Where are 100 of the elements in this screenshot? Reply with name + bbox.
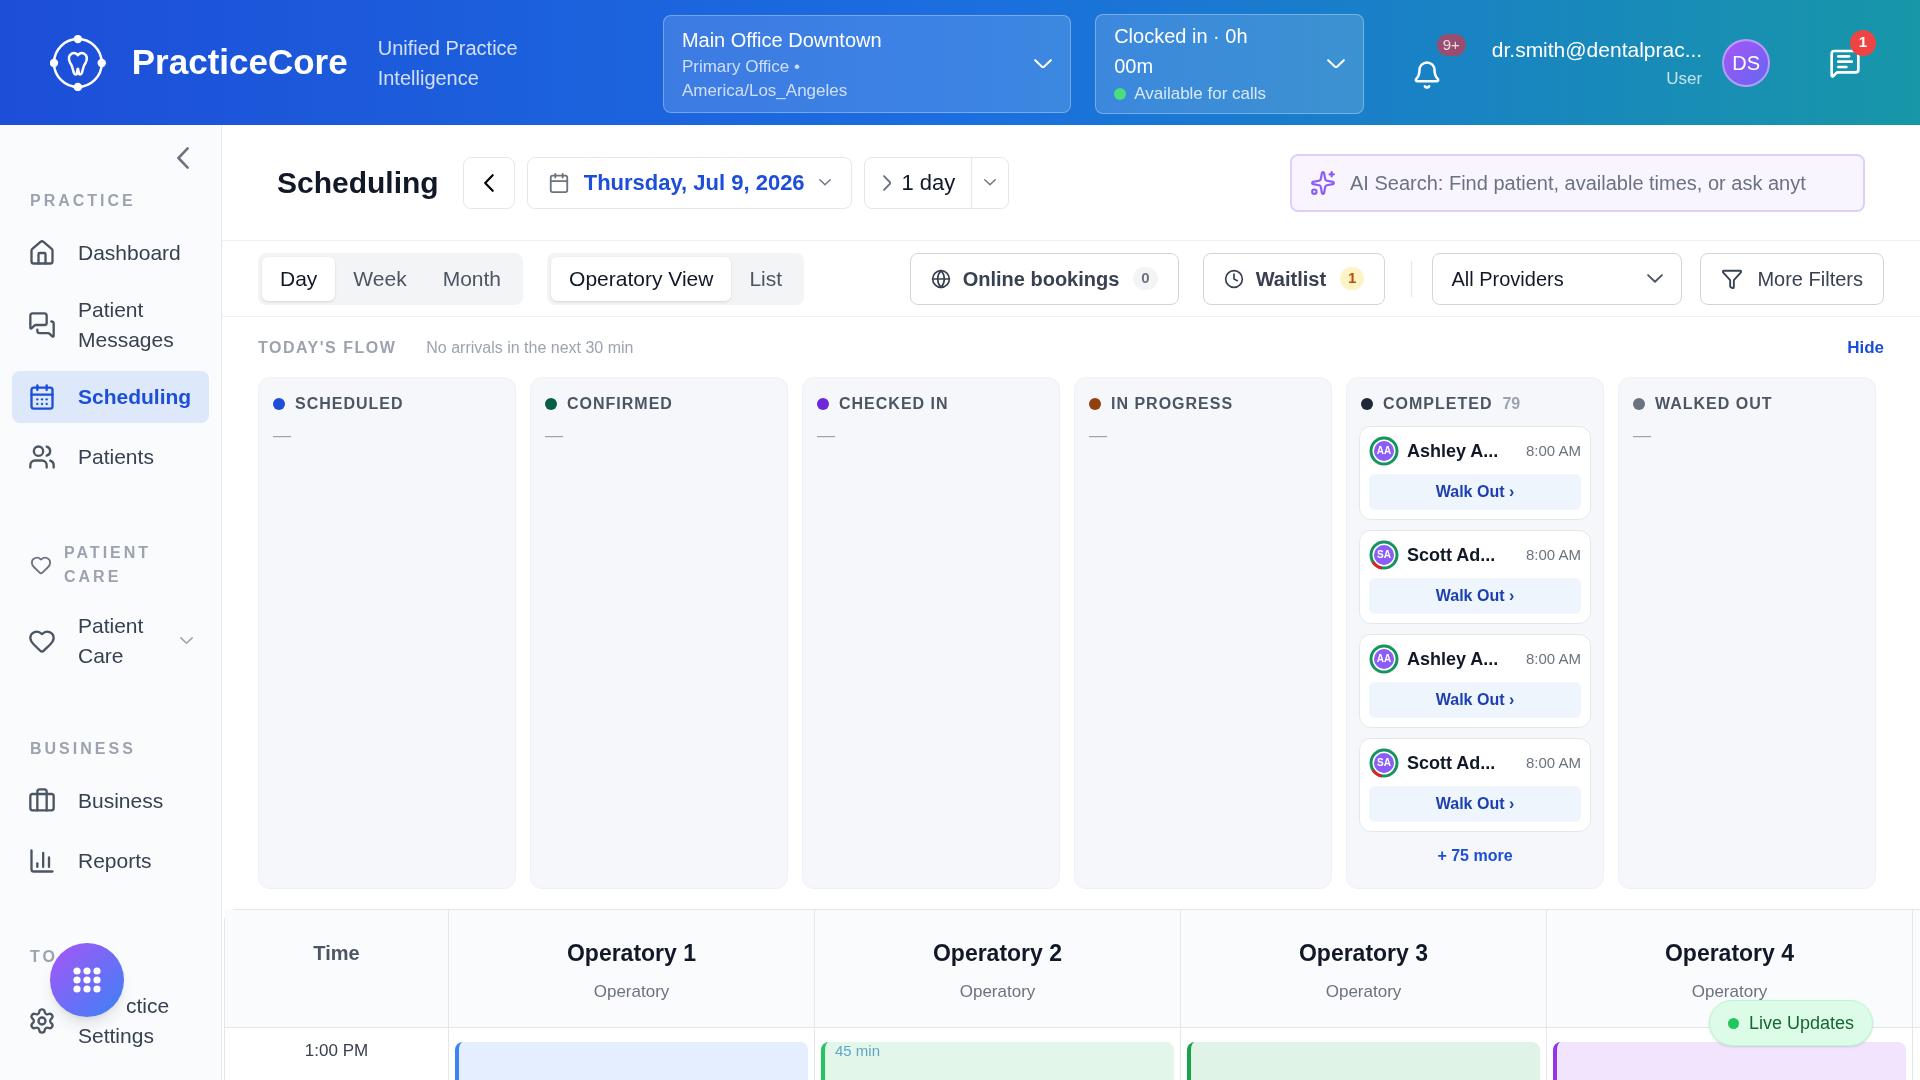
walk-out-button[interactable]: Walk Out › bbox=[1369, 786, 1581, 822]
view-tab[interactable]: Week bbox=[335, 256, 425, 301]
patient-avatar: SA bbox=[1369, 540, 1399, 570]
chevron-down-icon bbox=[818, 179, 831, 186]
notification-badge: 9+ bbox=[1436, 33, 1466, 56]
date-picker[interactable]: Thursday, Jul 9, 2026 bbox=[526, 156, 852, 209]
settings-icon bbox=[28, 1007, 56, 1035]
chevron-down-icon bbox=[180, 637, 193, 645]
waitlist-button[interactable]: Waitlist 1 bbox=[1202, 252, 1386, 305]
operatory-type: Operatory bbox=[593, 980, 670, 1003]
provider-dropdown[interactable]: All Providers bbox=[1432, 252, 1683, 305]
view-tab[interactable]: Day bbox=[262, 256, 336, 301]
brand-tagline: Unified Practice Intelligence bbox=[377, 35, 519, 91]
flow-note: No arrivals in the next 30 min bbox=[426, 338, 634, 358]
tooth-logo-icon bbox=[50, 34, 106, 91]
operatory-name: Operatory 3 bbox=[1298, 939, 1429, 968]
patient-card[interactable]: SA Scott Ad... 8:00 AM Walk Out › bbox=[1359, 530, 1591, 624]
globe-icon bbox=[930, 268, 951, 289]
clock-icon bbox=[1223, 268, 1244, 289]
nav-item[interactable]: ctice Settings bbox=[12, 983, 209, 1059]
bar-chart-icon bbox=[28, 847, 56, 875]
walk-out-button[interactable]: Walk Out › bbox=[1369, 474, 1581, 510]
patient-name: Scott Ad... bbox=[1407, 543, 1497, 567]
section-title: TODAY'S FLOW bbox=[258, 338, 397, 358]
calendar-icon bbox=[28, 383, 56, 411]
appointment-time: 8:00 AM bbox=[1525, 440, 1581, 461]
range-selector[interactable]: 1 day bbox=[863, 156, 1010, 209]
nav-item[interactable]: Dashboard bbox=[12, 227, 209, 279]
filter-icon bbox=[1721, 267, 1744, 290]
duration-label: 45 min bbox=[835, 1042, 881, 1060]
users-icon bbox=[28, 443, 56, 471]
location-selector[interactable]: Main Office Downtown Primary Office • America/Los_Angeles bbox=[662, 14, 1072, 113]
previous-button[interactable] bbox=[462, 156, 515, 209]
operatory-name: Operatory 1 bbox=[566, 939, 697, 968]
more-link[interactable]: + 75 more bbox=[1437, 844, 1513, 868]
clock-status-selector[interactable]: Clocked in · 0h 00m Available for calls bbox=[1095, 13, 1365, 114]
column-title: IN PROGRESS bbox=[1111, 394, 1234, 414]
patient-card[interactable]: AA Ashley A... 8:00 AM Walk Out › bbox=[1359, 634, 1591, 728]
ai-search-bar[interactable]: AI Search: Find patient, available times, or ask anyt bbox=[1290, 153, 1865, 212]
live-updates-badge[interactable]: Live Updates bbox=[1709, 1000, 1874, 1046]
empty-indicator: — bbox=[816, 424, 836, 447]
calendar-icon bbox=[547, 171, 570, 194]
nav-item[interactable]: Business bbox=[12, 775, 209, 827]
operatory-type: Operatory bbox=[1325, 980, 1402, 1003]
view-tab[interactable]: Month bbox=[424, 256, 520, 301]
heart-icon bbox=[30, 554, 52, 576]
chevron-down-icon bbox=[1647, 274, 1664, 283]
time-label: 1:00 PM bbox=[304, 1040, 369, 1062]
section-label: PATIENT CARE bbox=[64, 543, 153, 587]
column-title: CHECKED IN bbox=[839, 394, 949, 414]
walk-out-button[interactable]: Walk Out › bbox=[1369, 578, 1581, 614]
patient-name: Scott Ad... bbox=[1407, 751, 1497, 775]
patient-card[interactable]: AA Ashley A... 8:00 AM Walk Out › bbox=[1359, 426, 1591, 520]
patient-avatar: AA bbox=[1369, 436, 1399, 466]
ai-search-input[interactable]: AI Search: Find patient, available times, or ask anyt bbox=[1350, 167, 1845, 198]
nav-item[interactable]: Scheduling bbox=[12, 371, 209, 423]
empty-indicator: — bbox=[272, 424, 292, 447]
operatory-name: Operatory 4 bbox=[1664, 939, 1795, 968]
nav-item[interactable]: Patient Care bbox=[12, 603, 209, 679]
nav-item[interactable]: Patient Messages bbox=[12, 287, 209, 363]
message-badge: 1 bbox=[1850, 29, 1876, 56]
user-avatar[interactable]: DS bbox=[1722, 38, 1770, 87]
chevron-down-icon bbox=[1327, 58, 1346, 69]
view-tab[interactable]: Operatory View bbox=[551, 256, 732, 301]
count-badge: 0 bbox=[1133, 267, 1158, 290]
time-heading: Time bbox=[313, 941, 360, 966]
appointment-time: 8:00 AM bbox=[1525, 544, 1581, 565]
operatory-type: Operatory bbox=[959, 980, 1036, 1003]
page-title: Scheduling bbox=[277, 165, 439, 201]
nav-item[interactable]: Patients bbox=[12, 431, 209, 483]
patient-name: Ashley A... bbox=[1407, 439, 1500, 463]
column-title: COMPLETED bbox=[1383, 394, 1493, 414]
section-label: BUSINESS bbox=[30, 739, 137, 759]
chevron-right-icon bbox=[882, 174, 892, 191]
empty-indicator: — bbox=[544, 424, 564, 447]
sparkles-icon bbox=[1310, 169, 1336, 196]
home-icon bbox=[28, 239, 56, 267]
chevron-left-icon bbox=[483, 173, 494, 192]
online-bookings-button[interactable]: Online bookings 0 bbox=[909, 252, 1179, 305]
view-tab[interactable]: List bbox=[731, 256, 801, 301]
user-role: User bbox=[1666, 67, 1703, 90]
nav-item[interactable]: Reports bbox=[12, 835, 209, 887]
patient-name: Ashley A... bbox=[1407, 647, 1500, 671]
range-label: 1 day bbox=[901, 169, 956, 197]
hide-link[interactable]: Hide bbox=[1847, 335, 1884, 361]
patient-card[interactable]: SA Scott Ad... 8:00 AM Walk Out › bbox=[1359, 738, 1591, 832]
notifications-button[interactable]: 9+ bbox=[1404, 31, 1468, 94]
grid-dots-icon bbox=[72, 967, 102, 993]
user-email: dr.smith@dentalprac... bbox=[1491, 37, 1703, 63]
patient-avatar: SA bbox=[1369, 748, 1399, 778]
operatory-type: Operatory bbox=[1691, 980, 1768, 1003]
more-filters-button[interactable]: More Filters bbox=[1700, 252, 1884, 305]
section-label: PRACTICE bbox=[30, 191, 137, 211]
empty-indicator: — bbox=[1632, 424, 1652, 447]
walk-out-button[interactable]: Walk Out › bbox=[1369, 682, 1581, 718]
column-title: WALKED OUT bbox=[1655, 394, 1773, 414]
brand-name: PracticeCore bbox=[131, 41, 348, 84]
collapse-icon[interactable] bbox=[176, 147, 189, 169]
column-title: CONFIRMED bbox=[567, 394, 673, 414]
appointment-time: 8:00 AM bbox=[1525, 752, 1581, 773]
